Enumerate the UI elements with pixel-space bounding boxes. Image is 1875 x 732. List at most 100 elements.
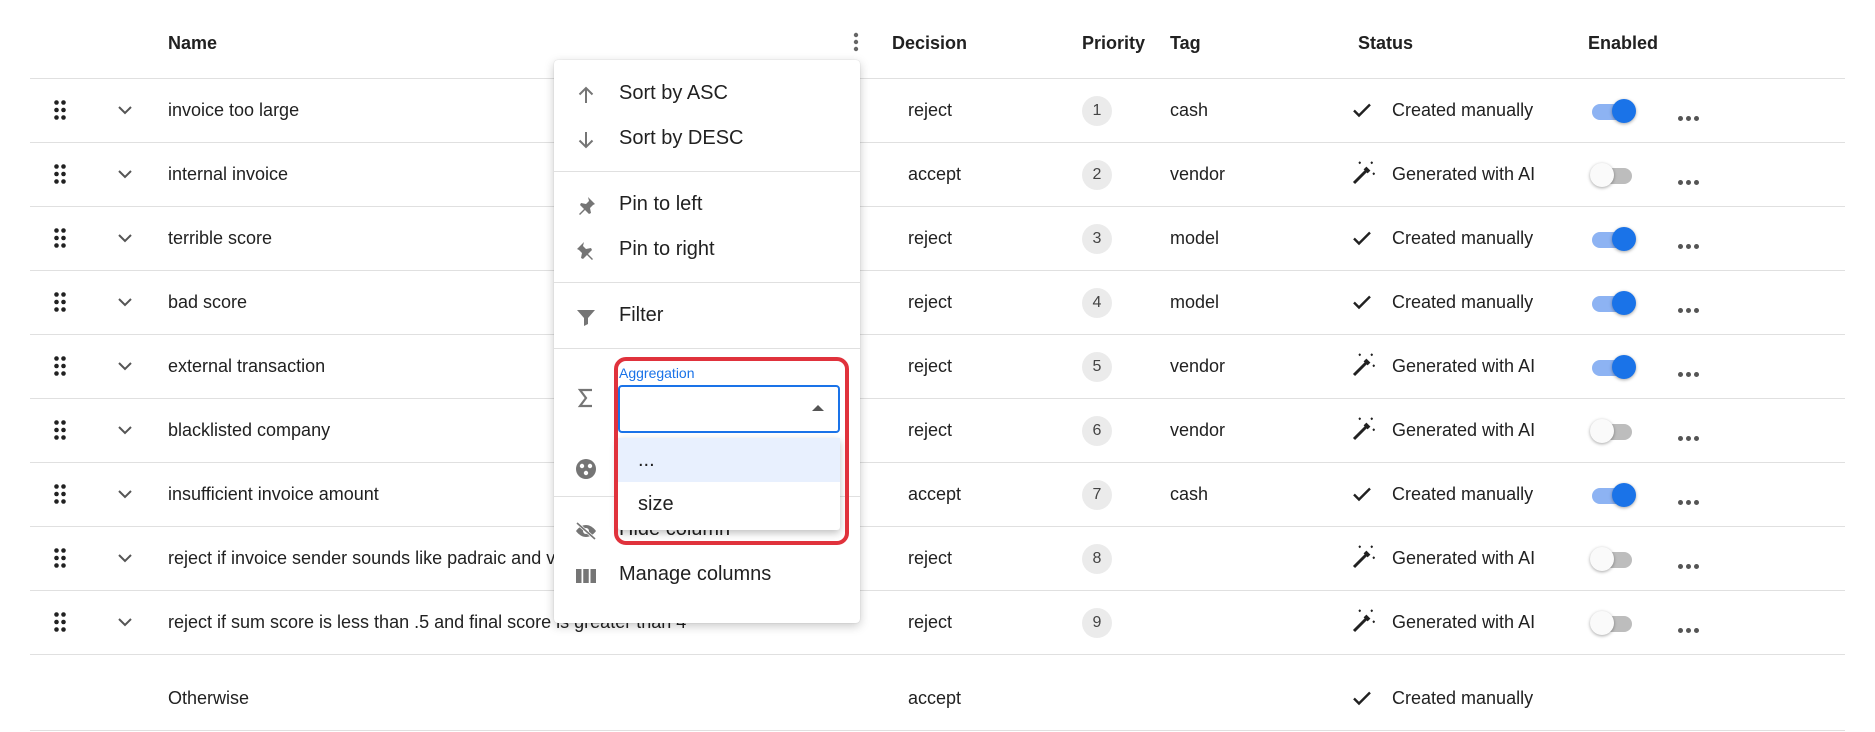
chevron-down-icon[interactable]	[117, 614, 133, 635]
drag-handle-icon[interactable]	[54, 612, 66, 637]
row-decision: reject	[908, 228, 953, 248]
chevron-down-icon[interactable]	[117, 486, 133, 507]
drag-handle-icon[interactable]	[54, 484, 66, 509]
row-decision: accept	[908, 484, 962, 504]
chevron-down-icon[interactable]	[117, 358, 133, 379]
row-tag: model	[1170, 292, 1220, 312]
priority-badge: 7	[1082, 480, 1112, 510]
enabled-toggle[interactable]	[1590, 98, 1638, 123]
menu-divider	[554, 282, 860, 283]
enabled-toggle[interactable]	[1590, 226, 1638, 251]
manage-columns-item[interactable]: Manage columns	[554, 553, 860, 597]
row-decision: reject	[908, 548, 953, 568]
table-row[interactable]: external transaction reject 5 vendor Generat…	[30, 334, 1845, 399]
row-status: Created manually	[1392, 484, 1534, 504]
arrow-up-icon	[574, 83, 598, 107]
check-icon	[1350, 686, 1374, 715]
row-status: Generated with AI	[1392, 164, 1536, 184]
pin-left-label: Pin to left	[619, 193, 703, 215]
drag-handle-icon[interactable]	[54, 420, 66, 445]
priority-badge: 3	[1082, 224, 1112, 254]
pin-left-item[interactable]: Pin to left	[554, 183, 860, 227]
check-icon	[1350, 98, 1374, 127]
more-horizontal-icon[interactable]	[1678, 364, 1702, 382]
column-menu-icon[interactable]	[853, 32, 859, 57]
table-row[interactable]: insufficient invoice amount accept 7 cash Cr…	[30, 462, 1845, 527]
table-row[interactable]: reject if sum score is less than .5 and …	[30, 590, 1845, 655]
more-horizontal-icon[interactable]	[1678, 556, 1702, 574]
otherwise-row: Otherwise accept Created manually	[30, 666, 1845, 731]
enabled-toggle[interactable]	[1590, 354, 1638, 379]
column-header-name[interactable]: Name	[168, 33, 217, 54]
chevron-down-icon[interactable]	[117, 550, 133, 571]
drag-handle-icon[interactable]	[54, 356, 66, 381]
enabled-toggle[interactable]	[1590, 546, 1638, 571]
arrow-down-icon	[574, 128, 598, 152]
magic-wand-icon	[1350, 607, 1378, 640]
toggle-knob	[1612, 355, 1636, 379]
priority-badge: 4	[1082, 288, 1112, 318]
chevron-down-icon[interactable]	[117, 294, 133, 315]
enabled-toggle[interactable]	[1590, 610, 1638, 635]
drag-handle-icon[interactable]	[54, 548, 66, 573]
menu-divider	[554, 171, 860, 172]
drag-handle-icon[interactable]	[54, 100, 66, 125]
row-name: Otherwise	[168, 688, 250, 708]
table-row[interactable]: invoice too large reject 1 cash Created manu…	[30, 78, 1845, 143]
table-row[interactable]: internal invoice accept 2 vendor Generated w…	[30, 142, 1845, 207]
column-header-enabled[interactable]: Enabled	[1588, 33, 1658, 54]
row-tag: vendor	[1170, 356, 1226, 376]
table-row[interactable]: terrible score reject 3 model Created manual…	[30, 206, 1845, 271]
more-horizontal-icon[interactable]	[1678, 428, 1702, 446]
chevron-down-icon[interactable]	[117, 422, 133, 443]
pin-right-item[interactable]: Pin to right	[554, 228, 860, 272]
more-horizontal-icon[interactable]	[1678, 620, 1702, 638]
column-header-decision[interactable]: Decision	[892, 33, 967, 54]
priority-badge: 9	[1082, 608, 1112, 638]
chevron-down-icon[interactable]	[117, 230, 133, 251]
chevron-down-icon[interactable]	[117, 102, 133, 123]
filter-label: Filter	[619, 304, 664, 326]
drag-handle-icon[interactable]	[54, 164, 66, 189]
column-header-status[interactable]: Status	[1358, 33, 1413, 54]
row-decision: reject	[908, 420, 953, 440]
row-tag: cash	[1170, 484, 1209, 504]
enabled-toggle[interactable]	[1590, 418, 1638, 443]
chevron-down-icon[interactable]	[117, 166, 133, 187]
more-horizontal-icon[interactable]	[1678, 492, 1702, 510]
filter-item[interactable]: Filter	[554, 294, 860, 338]
row-decision: reject	[908, 100, 953, 120]
row-decision: accept	[908, 164, 962, 184]
drag-handle-icon[interactable]	[54, 292, 66, 317]
table-row[interactable]: bad score reject 4 model Created manually	[30, 270, 1845, 335]
magic-wand-icon	[1350, 415, 1378, 448]
enabled-toggle[interactable]	[1590, 482, 1638, 507]
more-horizontal-icon[interactable]	[1678, 236, 1702, 254]
more-horizontal-icon[interactable]	[1678, 172, 1702, 190]
more-horizontal-icon[interactable]	[1678, 300, 1702, 318]
sort-desc-label: Sort by DESC	[619, 127, 744, 149]
toggle-knob	[1612, 99, 1636, 123]
more-horizontal-icon[interactable]	[1678, 108, 1702, 126]
column-header-priority[interactable]: Priority	[1082, 33, 1145, 54]
sort-asc-item[interactable]: Sort by ASC	[554, 72, 860, 116]
sort-desc-item[interactable]: Sort by DESC	[554, 117, 860, 161]
column-header-tag[interactable]: Tag	[1170, 33, 1201, 54]
priority-badge: 2	[1082, 160, 1112, 190]
row-status: Generated with AI	[1392, 356, 1536, 376]
drag-handle-icon[interactable]	[54, 228, 66, 253]
row-status: Generated with AI	[1392, 612, 1536, 632]
enabled-toggle[interactable]	[1590, 290, 1638, 315]
manage-columns-label: Manage columns	[619, 563, 772, 585]
pin-icon	[574, 239, 598, 263]
row-status: Generated with AI	[1392, 548, 1536, 568]
row-tag: vendor	[1170, 164, 1226, 184]
row-name: external transaction	[168, 356, 326, 376]
row-status: Created manually	[1392, 100, 1534, 120]
row-status: Generated with AI	[1392, 420, 1536, 440]
row-name: internal invoice	[168, 164, 289, 184]
enabled-toggle[interactable]	[1590, 162, 1638, 187]
table-row[interactable]: blacklisted company reject 6 vendor Generate…	[30, 398, 1845, 463]
row-tag: vendor	[1170, 420, 1226, 440]
table-row[interactable]: reject if invoice sender sounds like pad…	[30, 526, 1845, 591]
